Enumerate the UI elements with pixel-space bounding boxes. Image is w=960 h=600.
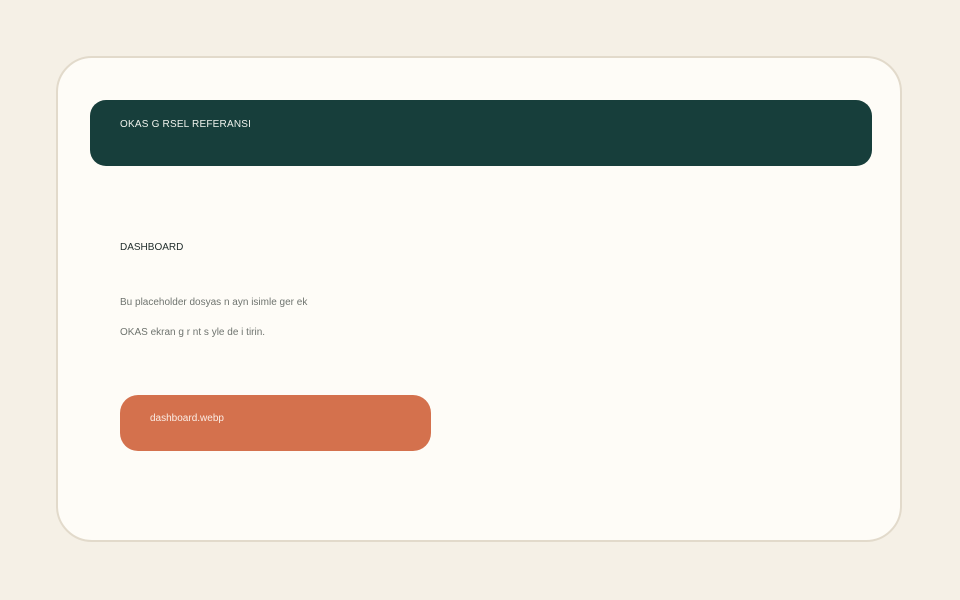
file-name-badge: dashboard.webp (120, 395, 431, 451)
description-line-2: OKAS ekran g r nt s yle de i tirin. (120, 327, 266, 338)
placeholder-card: OKAS G RSEL REFERANSI DASHBOARD Bu place… (56, 56, 902, 542)
section-heading: DASHBOARD (120, 242, 184, 253)
description-line-1: Bu placeholder dosyas n ayn isimle ger e… (120, 297, 308, 308)
reference-banner: OKAS G RSEL REFERANSI (90, 100, 872, 166)
file-name-label: dashboard.webp (150, 413, 224, 424)
banner-title: OKAS G RSEL REFERANSI (120, 119, 252, 130)
